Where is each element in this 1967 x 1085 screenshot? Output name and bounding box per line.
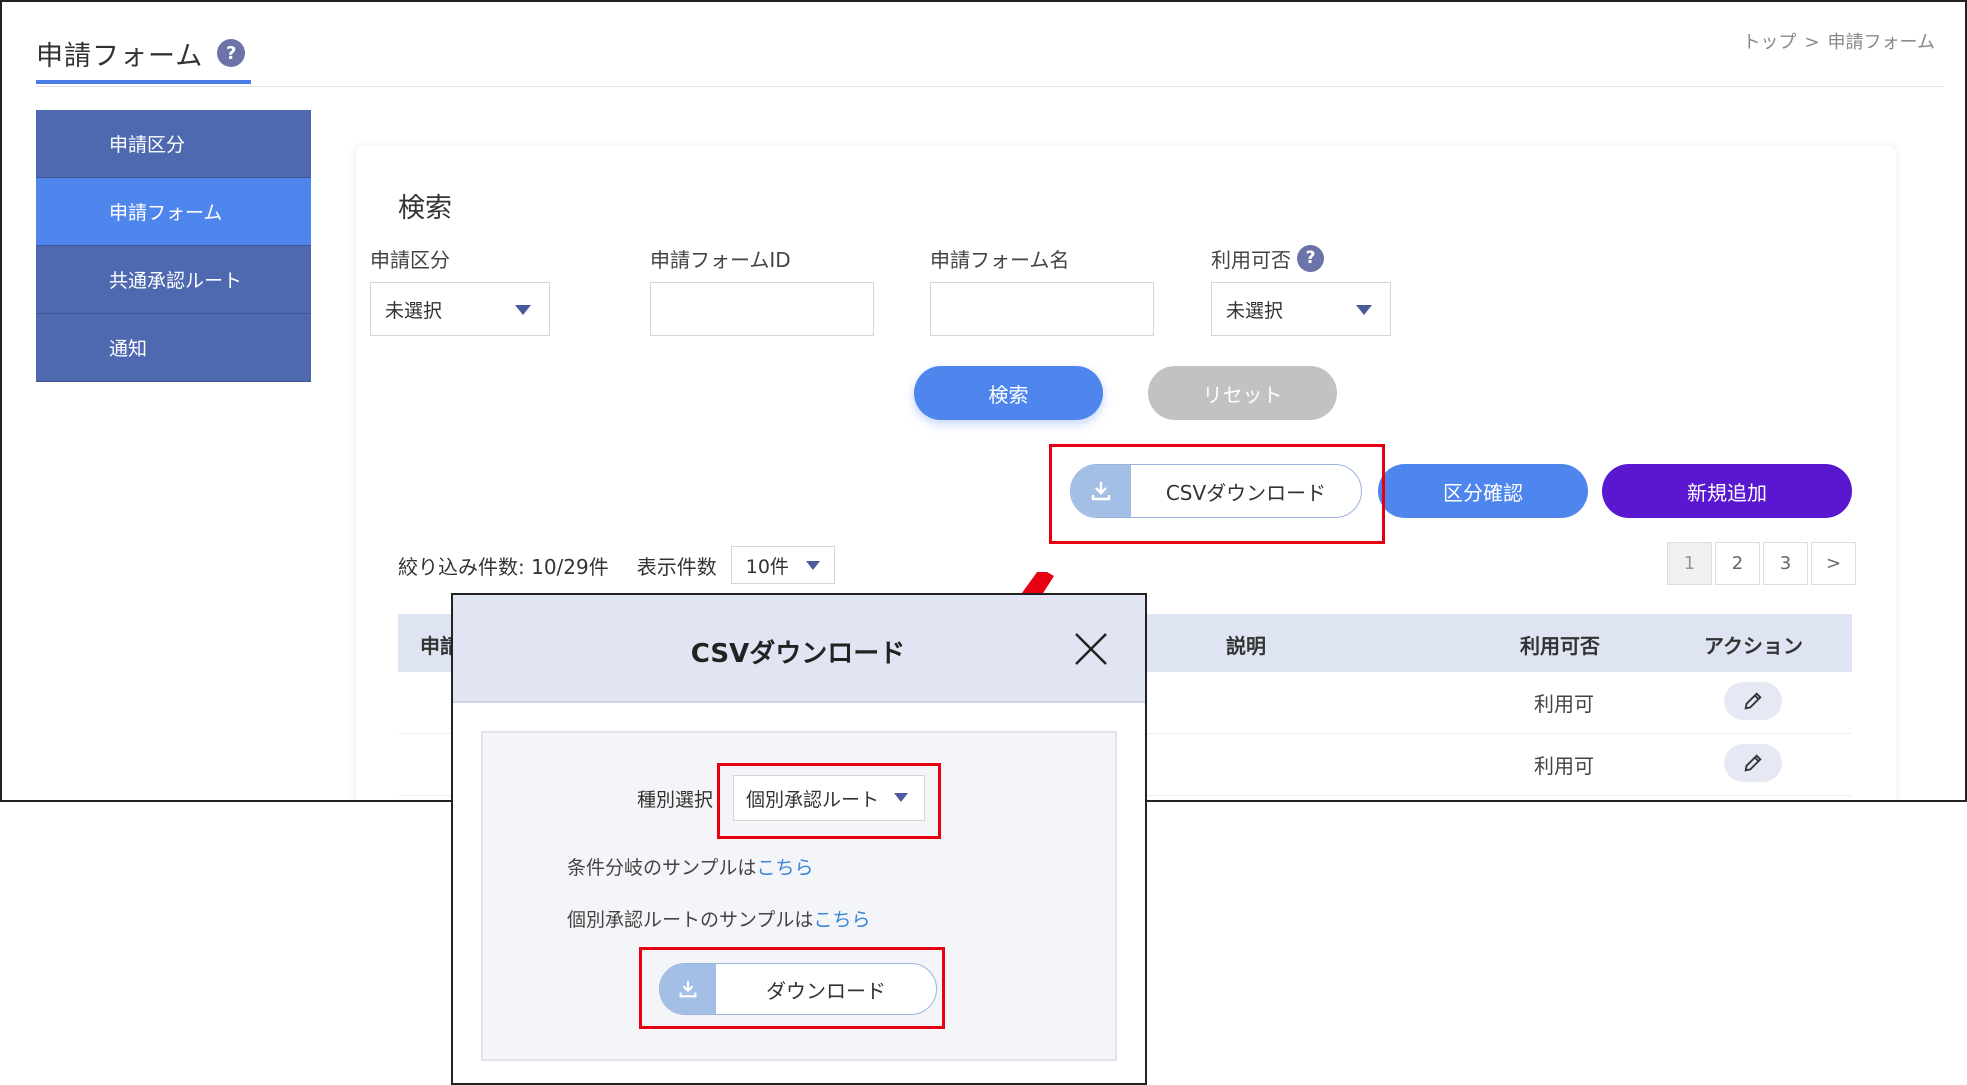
chevron-down-icon — [805, 561, 820, 570]
modal-header: CSVダウンロード — [453, 595, 1145, 703]
sample-branch: 条件分岐のサンプルはこちら — [567, 853, 813, 880]
search-title: 検索 — [398, 193, 452, 224]
kind-label: 種別選択 — [637, 789, 714, 811]
breadcrumb: トップ > 申請フォーム — [1738, 28, 1939, 54]
category-select-value: 未選択 — [385, 299, 443, 322]
highlight-download-button — [639, 947, 945, 1029]
availability-field: 利用可否 ? 未選択 — [1211, 244, 1391, 336]
availability-select[interactable]: 未選択 — [1211, 282, 1391, 336]
title-underline — [36, 80, 251, 84]
filtered-count: 絞り込み件数: 10/29件 — [398, 554, 609, 579]
header-action: アクション — [1704, 634, 1803, 658]
sample-branch-text: 条件分岐のサンプルは — [567, 857, 757, 879]
form-id-label: 申請フォームID — [650, 247, 791, 272]
add-new-button[interactable]: 新規追加 — [1602, 464, 1852, 518]
help-icon[interactable]: ? — [1297, 244, 1324, 272]
availability-label-row: 利用可否 ? — [1211, 244, 1391, 272]
sidebar-item-notification[interactable]: 通知 — [36, 314, 311, 382]
header-availability: 利用可否 — [1520, 634, 1600, 658]
per-page-select[interactable]: 10件 — [730, 546, 835, 584]
pencil-icon — [1744, 692, 1762, 710]
form-name-label: 申請フォーム名 — [930, 247, 1070, 272]
listing-controls: 絞り込み件数: 10/29件 表示件数 10件 — [398, 546, 835, 584]
highlight-csv-button — [1049, 444, 1385, 544]
sidebar-item-category[interactable]: 申請区分 — [36, 110, 311, 178]
edit-button[interactable] — [1724, 682, 1782, 720]
reset-button[interactable]: リセット — [1148, 366, 1337, 420]
breadcrumb-separator: > — [1804, 32, 1820, 53]
category-select[interactable]: 未選択 — [370, 282, 550, 336]
sample-branch-link[interactable]: こちら — [756, 857, 813, 879]
modal-body: 種別選択 個別承認ルート 条件分岐のサンプルはこちら 個別承認ルートのサンプルは… — [481, 731, 1117, 1061]
page-1[interactable]: 1 — [1667, 542, 1712, 585]
close-icon[interactable] — [1073, 631, 1109, 667]
category-field: 申請区分 未選択 — [370, 244, 550, 336]
per-page-label: 表示件数 — [636, 554, 717, 579]
row-availability: 利用可 — [1534, 754, 1594, 778]
chevron-down-icon — [515, 305, 531, 315]
help-icon[interactable]: ? — [217, 39, 246, 67]
header-divider — [36, 86, 1944, 87]
edit-button[interactable] — [1724, 744, 1782, 782]
sidebar-item-form[interactable]: 申請フォーム — [36, 178, 311, 246]
page-title: 申請フォーム — [36, 40, 204, 72]
page-3[interactable]: 3 — [1763, 542, 1808, 585]
modal-title: CSVダウンロード — [690, 639, 906, 669]
sidebar-item-common-route[interactable]: 共通承認ルート — [36, 246, 311, 314]
pagination: 1 2 3 > — [1667, 542, 1856, 585]
breadcrumb-top[interactable]: トップ — [1742, 32, 1796, 53]
form-id-input[interactable] — [650, 282, 874, 336]
category-label: 申請区分 — [370, 247, 450, 272]
page-2[interactable]: 2 — [1715, 542, 1760, 585]
sample-route-link[interactable]: こちら — [813, 909, 870, 931]
search-button[interactable]: 検索 — [914, 366, 1103, 420]
chevron-down-icon — [1356, 305, 1372, 315]
form-name-input[interactable] — [930, 282, 1154, 336]
category-check-button[interactable]: 区分確認 — [1378, 464, 1588, 518]
sample-route-text: 個別承認ルートのサンプルは — [567, 909, 814, 931]
form-id-field: 申請フォームID — [650, 244, 874, 336]
sidebar: 申請区分 申請フォーム 共通承認ルート 通知 — [36, 110, 311, 382]
availability-label: 利用可否 — [1211, 247, 1291, 272]
form-name-field: 申請フォーム名 — [930, 244, 1154, 336]
per-page-value: 10件 — [745, 555, 789, 578]
breadcrumb-current: 申請フォーム — [1827, 32, 1935, 53]
pencil-icon — [1744, 754, 1762, 772]
csv-download-modal: CSVダウンロード 種別選択 個別承認ルート 条件分岐のサンプルはこちら 個別承… — [451, 593, 1147, 1085]
availability-select-value: 未選択 — [1226, 299, 1284, 322]
row-availability: 利用可 — [1534, 692, 1594, 716]
header-description: 説明 — [1226, 634, 1266, 658]
page-next[interactable]: > — [1811, 542, 1856, 585]
sample-route: 個別承認ルートのサンプルはこちら — [567, 905, 870, 932]
highlight-kind-select — [717, 763, 941, 839]
page-header: 申請フォーム ? — [36, 20, 246, 86]
